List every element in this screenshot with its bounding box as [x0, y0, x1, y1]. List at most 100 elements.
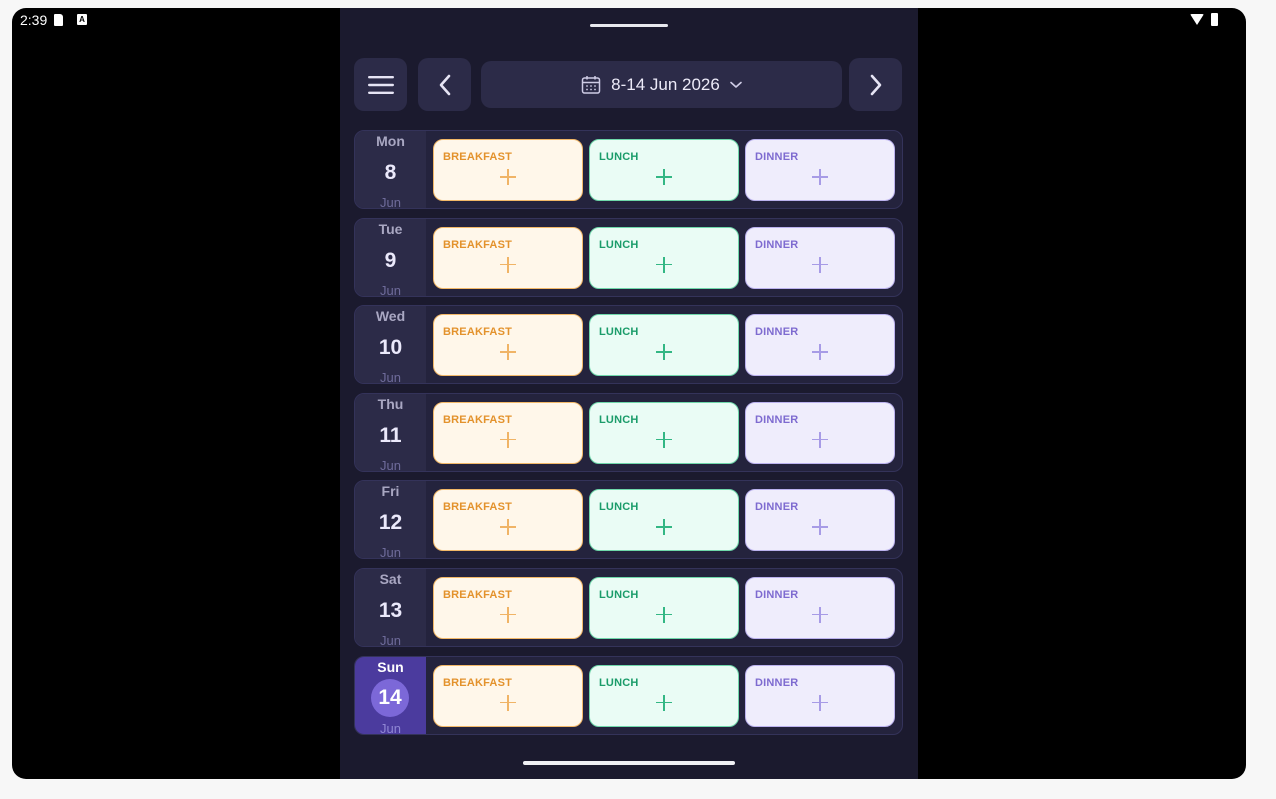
day-name: Sun	[377, 658, 404, 675]
add-dinner-button[interactable]: DINNER	[745, 226, 895, 289]
date-range-label: 8-14 Jun 2026	[611, 74, 720, 94]
add-lunch-button[interactable]: LUNCH	[589, 226, 739, 289]
day-name: Mon	[376, 133, 405, 149]
lunch-label: LUNCH	[599, 676, 639, 689]
plus-icon	[812, 344, 828, 361]
dinner-label: DINNER	[755, 326, 799, 339]
plus-icon	[656, 431, 672, 448]
dinner-label: DINNER	[755, 413, 799, 426]
day-number: 11	[379, 423, 402, 447]
breakfast-label: BREAKFAST	[443, 501, 513, 514]
day-month: Jun	[380, 195, 401, 209]
add-lunch-button[interactable]: LUNCH	[589, 576, 739, 639]
lunch-label: LUNCH	[599, 501, 639, 514]
add-breakfast-button[interactable]: BREAKFAST	[433, 401, 583, 464]
chevron-right-icon	[870, 74, 881, 95]
add-lunch-button[interactable]: LUNCH	[589, 489, 739, 552]
chevron-down-icon	[730, 81, 742, 88]
add-breakfast-button[interactable]: BREAKFAST	[433, 576, 583, 639]
dinner-label: DINNER	[755, 676, 799, 689]
add-dinner-button[interactable]: DINNER	[745, 139, 895, 201]
add-lunch-button[interactable]: LUNCH	[589, 664, 739, 727]
plus-icon	[812, 256, 828, 273]
plus-icon	[812, 606, 828, 623]
dinner-label: DINNER	[755, 151, 799, 163]
status-time: 2:39	[20, 12, 48, 28]
day-header: Sat 13 Jun	[355, 568, 426, 647]
plus-icon	[656, 694, 672, 711]
day-row-sat: Sat 13 Jun BREAKFAST LUNCH DINNER	[354, 567, 903, 647]
dinner-label: DINNER	[755, 238, 799, 251]
add-breakfast-button[interactable]: BREAKFAST	[433, 664, 583, 727]
day-number: 8	[384, 161, 397, 184]
plus-icon	[500, 256, 516, 273]
plus-icon	[500, 431, 516, 448]
plus-icon	[812, 431, 828, 448]
plus-icon	[656, 169, 672, 185]
previous-week-button[interactable]	[418, 58, 471, 111]
day-row-tue: Tue 9 Jun BREAKFAST LUNCH DINNER	[354, 217, 903, 297]
plus-icon	[656, 256, 672, 273]
plus-icon	[656, 606, 672, 623]
day-month: Jun	[380, 457, 401, 472]
lunch-label: LUNCH	[599, 326, 639, 339]
plus-icon	[812, 169, 828, 185]
day-number: 12	[378, 511, 403, 535]
day-number: 10	[378, 336, 403, 360]
lunch-label: LUNCH	[599, 413, 639, 426]
add-breakfast-button[interactable]: BREAKFAST	[433, 489, 583, 552]
battery-icon	[1211, 13, 1218, 26]
plus-icon	[656, 519, 672, 536]
day-row-wed: Wed 10 Jun BREAKFAST LUNCH DINNER	[354, 305, 903, 385]
lunch-label: LUNCH	[599, 151, 639, 163]
day-month: Jun	[380, 720, 401, 735]
meal-planner-app: 8-14 Jun 2026 Mon 8 Jun BREAKFAST LUNCH …	[340, 8, 918, 779]
plus-icon	[500, 606, 516, 623]
lunch-label: LUNCH	[599, 238, 639, 251]
plus-icon	[500, 344, 516, 361]
day-header: Fri 12 Jun	[355, 481, 426, 560]
day-name: Thu	[377, 395, 404, 412]
add-lunch-button[interactable]: LUNCH	[589, 314, 739, 377]
add-dinner-button[interactable]: DINNER	[745, 664, 895, 727]
next-week-button[interactable]	[849, 58, 902, 111]
breakfast-label: BREAKFAST	[443, 588, 513, 601]
day-month: Jun	[380, 632, 401, 647]
plus-icon	[500, 169, 516, 185]
date-range-selector[interactable]: 8-14 Jun 2026	[481, 61, 842, 108]
plus-icon	[656, 344, 672, 361]
add-breakfast-button[interactable]: BREAKFAST	[433, 226, 583, 289]
chevron-left-icon	[439, 74, 450, 95]
home-gesture-bar[interactable]	[523, 761, 735, 765]
add-dinner-button[interactable]: DINNER	[745, 401, 895, 464]
add-dinner-button[interactable]: DINNER	[745, 576, 895, 639]
day-name: Tue	[378, 220, 403, 237]
add-dinner-button[interactable]: DINNER	[745, 489, 895, 552]
lunch-label: LUNCH	[599, 588, 639, 601]
add-dinner-button[interactable]: DINNER	[745, 314, 895, 377]
add-lunch-button[interactable]: LUNCH	[589, 401, 739, 464]
day-month: Jun	[380, 545, 401, 560]
menu-button[interactable]	[354, 58, 407, 111]
dinner-label: DINNER	[755, 501, 799, 514]
top-drag-handle[interactable]	[590, 24, 668, 27]
day-header: Tue 9 Jun	[355, 218, 426, 297]
add-lunch-button[interactable]: LUNCH	[589, 139, 739, 201]
day-month: Jun	[380, 282, 401, 297]
add-breakfast-button[interactable]: BREAKFAST	[433, 314, 583, 377]
plus-icon	[812, 519, 828, 536]
breakfast-label: BREAKFAST	[443, 676, 513, 689]
calendar-icon	[581, 75, 601, 94]
week-day-list: Mon 8 Jun BREAKFAST LUNCH DINNER Tue 9 J…	[354, 130, 903, 743]
day-row-sun-today: Sun 14 Jun BREAKFAST LUNCH DINNER	[354, 655, 903, 735]
breakfast-label: BREAKFAST	[443, 151, 513, 163]
add-breakfast-button[interactable]: BREAKFAST	[433, 139, 583, 201]
device-screen: 2:39 A 8-14 Jun 2026 Mon 8 Jun BREAKFAST…	[12, 8, 1246, 779]
day-month: Jun	[380, 370, 401, 385]
day-header: Thu 11 Jun	[355, 393, 426, 472]
day-row-mon: Mon 8 Jun BREAKFAST LUNCH DINNER	[354, 130, 903, 209]
plus-icon	[500, 519, 516, 536]
a-icon: A	[77, 14, 87, 25]
day-number: 13	[378, 598, 403, 622]
day-row-fri: Fri 12 Jun BREAKFAST LUNCH DINNER	[354, 480, 903, 560]
